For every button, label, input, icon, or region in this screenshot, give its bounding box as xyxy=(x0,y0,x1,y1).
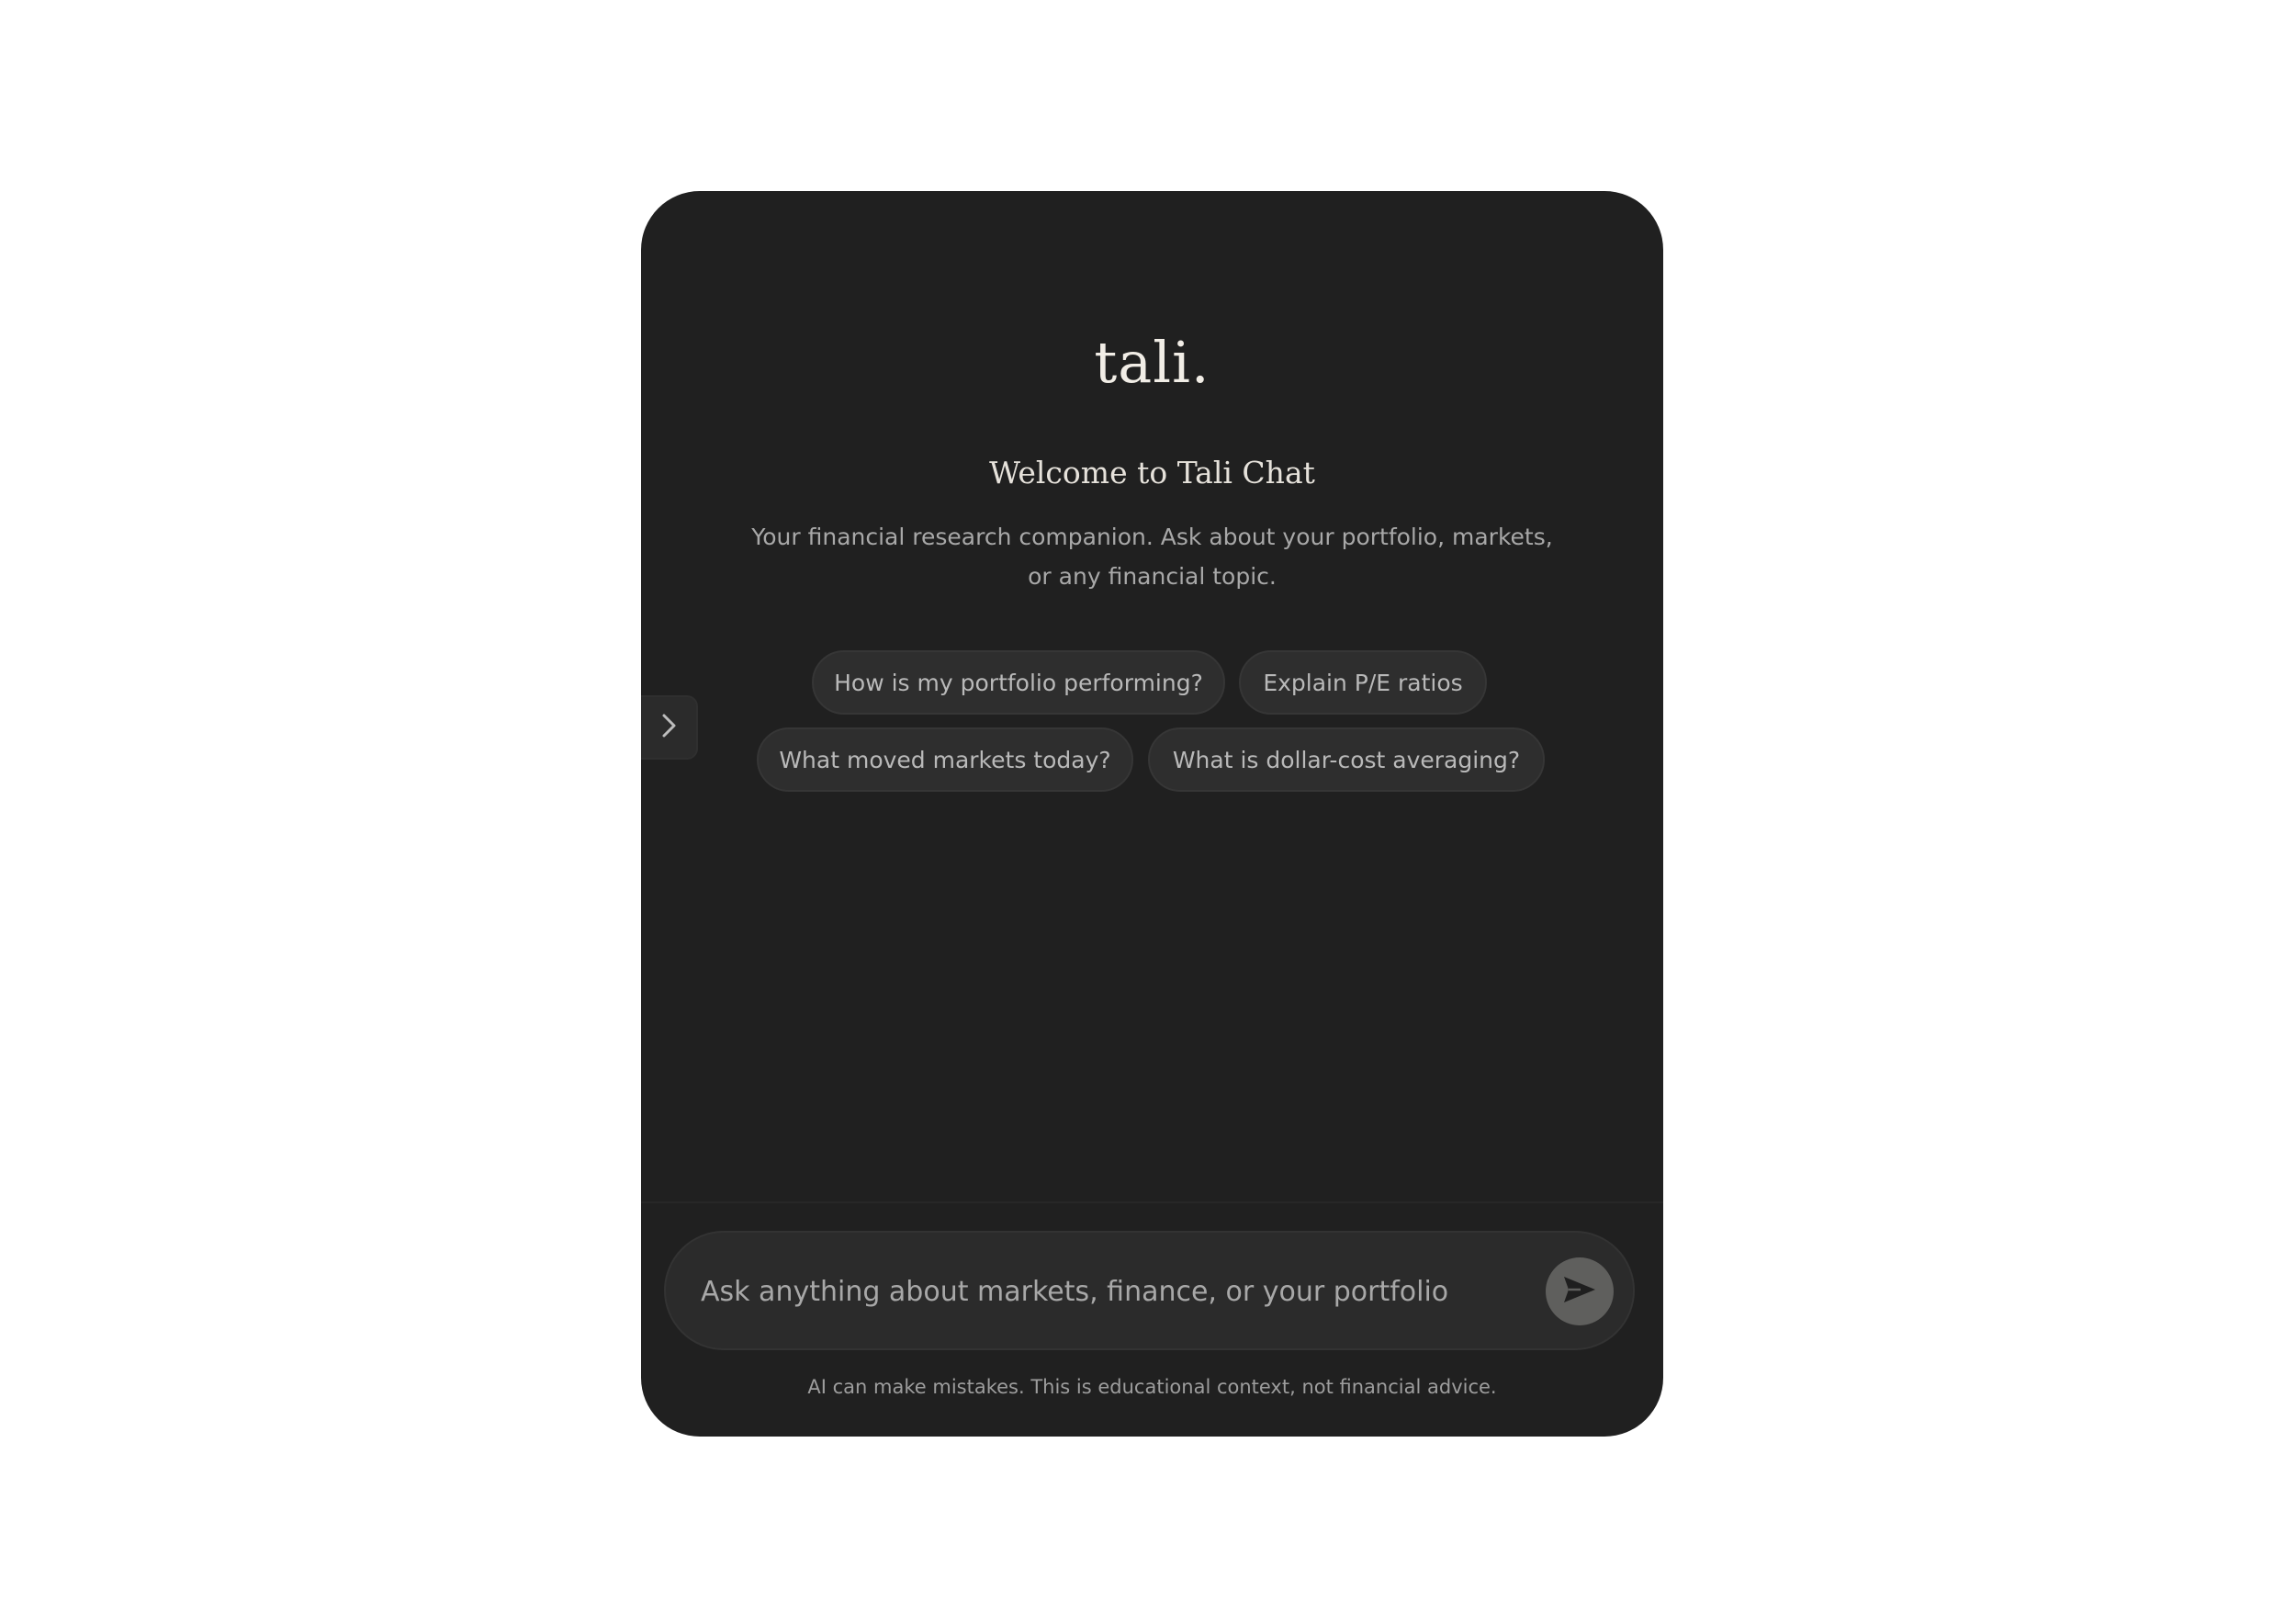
welcome-title: Welcome to Tali Chat xyxy=(989,455,1315,490)
welcome-subtitle: Your financial research companion. Ask a… xyxy=(751,524,1553,590)
chevron-right-icon xyxy=(658,712,679,743)
chat-panel: tali. Welcome to Tali Chat Your financia… xyxy=(641,191,1663,1437)
chat-input[interactable] xyxy=(699,1263,1529,1320)
suggestion-chip-portfolio-performance[interactable]: How is my portfolio performing? xyxy=(812,650,1225,715)
disclaimer-text: AI can make mistakes. This is educationa… xyxy=(807,1376,1497,1398)
composer xyxy=(664,1231,1635,1350)
brand-logo: tali. xyxy=(1094,329,1210,396)
sidebar-toggle-button[interactable] xyxy=(641,695,698,760)
send-button[interactable] xyxy=(1546,1257,1614,1325)
suggestion-chip-pe-ratios[interactable]: Explain P/E ratios xyxy=(1239,650,1487,715)
send-icon xyxy=(1562,1275,1597,1308)
composer-divider xyxy=(641,1201,1663,1203)
suggestion-chip-dollar-cost-averaging[interactable]: What is dollar-cost averaging? xyxy=(1148,727,1545,792)
suggestion-chip-markets-today[interactable]: What moved markets today? xyxy=(757,727,1133,792)
